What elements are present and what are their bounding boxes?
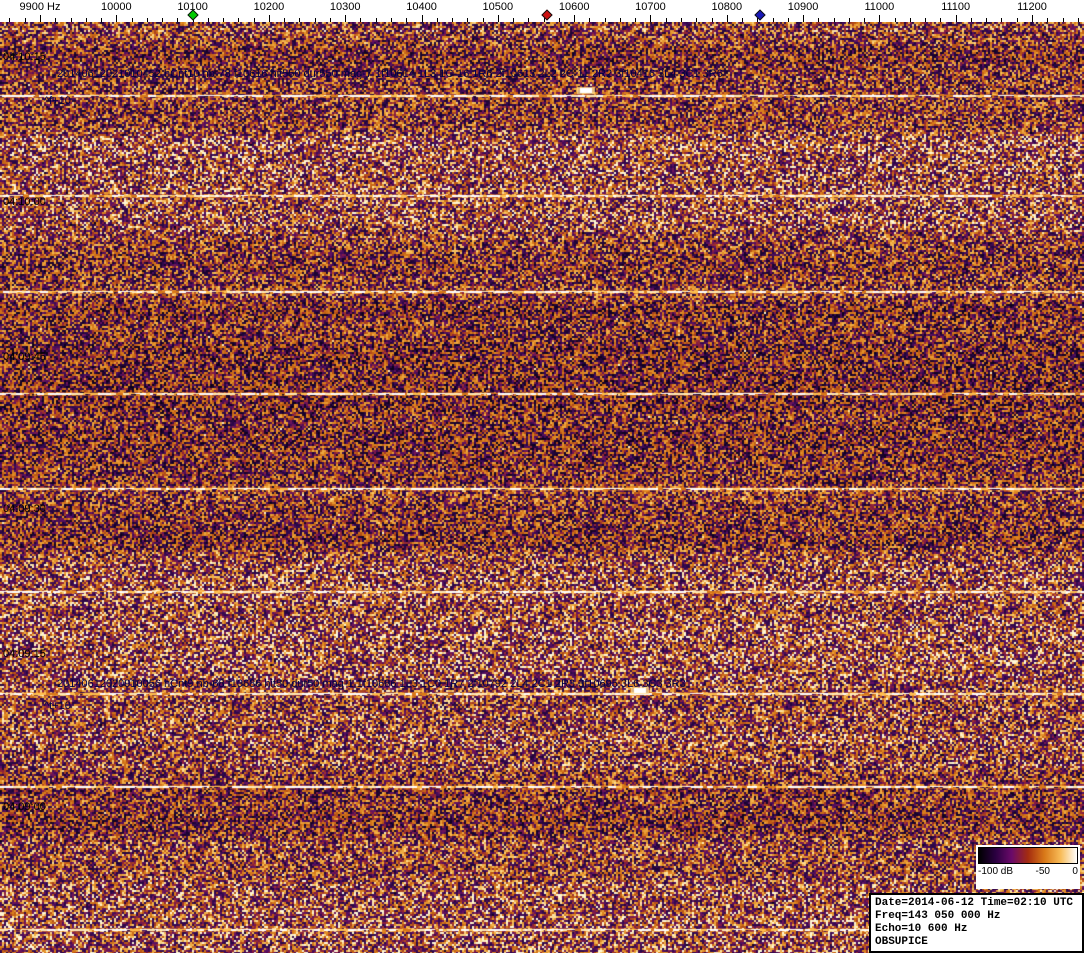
colorbar-label-max: 0	[1072, 866, 1078, 877]
ruler-minor-tick	[849, 18, 850, 22]
ruler-major-tick	[422, 15, 423, 22]
ruler-minor-tick	[25, 18, 26, 22]
ruler-major-tick	[116, 15, 117, 22]
ruler-tick-label: 11000	[864, 1, 894, 13]
ruler-tick-label: 10200	[254, 1, 285, 13]
ruler-minor-tick	[101, 18, 102, 22]
blue-marker[interactable]	[754, 9, 765, 20]
ruler-minor-tick	[147, 18, 148, 22]
info-line-frequency: Freq=143 050 000 Hz	[875, 910, 1078, 923]
ruler-minor-tick	[360, 18, 361, 22]
ruler-minor-tick	[864, 18, 865, 22]
ruler-minor-tick	[971, 18, 972, 22]
ruler-minor-tick	[452, 18, 453, 22]
ruler-tick-label: 10800	[711, 1, 742, 13]
ruler-minor-tick	[635, 18, 636, 22]
info-box: Date=2014-06-12 Time=02:10 UTC Freq=143 …	[869, 893, 1084, 953]
ruler-major-tick	[1032, 15, 1033, 22]
ruler-major-tick	[803, 15, 804, 22]
spectrogram-canvas[interactable]	[0, 22, 1084, 953]
info-line-echo: Echo=10 600 Hz	[875, 923, 1078, 936]
colorbar-label-min: -100 dB	[978, 866, 1013, 877]
ruler-minor-tick	[1063, 18, 1064, 22]
colorbar-labels: -100 dB -50 0	[978, 866, 1078, 877]
ruler-minor-tick	[773, 18, 774, 22]
ruler-minor-tick	[467, 18, 468, 22]
ruler-minor-tick	[895, 18, 896, 22]
ruler-minor-tick	[315, 18, 316, 22]
ruler-minor-tick	[513, 18, 514, 22]
colorbar-gradient	[978, 847, 1078, 864]
ruler-minor-tick	[589, 18, 590, 22]
ruler-minor-tick	[71, 18, 72, 22]
ruler-minor-tick	[9, 18, 10, 22]
ruler-minor-tick	[1078, 18, 1079, 22]
ruler-tick-label: 11100	[941, 1, 970, 13]
ruler-minor-tick	[925, 18, 926, 22]
ruler-minor-tick	[681, 18, 682, 22]
frequency-ruler[interactable]: 9900 Hz 10000 10100 10200 10300 10400 10500 106…	[0, 0, 1084, 22]
ruler-minor-tick	[437, 18, 438, 22]
ruler-minor-tick	[559, 18, 560, 22]
ruler-minor-tick	[483, 18, 484, 22]
ruler-minor-tick	[406, 18, 407, 22]
ruler-minor-tick	[620, 18, 621, 22]
ruler-tick-label: 10400	[406, 1, 437, 13]
ruler-major-tick	[650, 15, 651, 22]
ruler-major-tick	[956, 15, 957, 22]
ruler-major-tick	[574, 15, 575, 22]
ruler-minor-tick	[788, 18, 789, 22]
ruler-tick-label: 10600	[559, 1, 590, 13]
ruler-minor-tick	[208, 18, 209, 22]
ruler-minor-tick	[818, 18, 819, 22]
ruler-tick-label: 10300	[330, 1, 361, 13]
ruler-minor-tick	[177, 18, 178, 22]
ruler-major-tick	[498, 15, 499, 22]
ruler-minor-tick	[742, 18, 743, 22]
ruler-minor-tick	[1047, 18, 1048, 22]
colorbar-label-mid: -50	[1036, 866, 1050, 877]
ruler-major-tick	[269, 15, 270, 22]
ruler-minor-tick	[696, 18, 697, 22]
ruler-minor-tick	[666, 18, 667, 22]
ruler-minor-tick	[223, 18, 224, 22]
ruler-minor-tick	[910, 18, 911, 22]
ruler-minor-tick	[1001, 18, 1002, 22]
ruler-minor-tick	[712, 18, 713, 22]
ruler-minor-tick	[162, 18, 163, 22]
ruler-tick-label: 11200	[1017, 1, 1047, 13]
ruler-minor-tick	[254, 18, 255, 22]
ruler-tick-label: 10000	[101, 1, 132, 13]
ruler-minor-tick	[940, 18, 941, 22]
ruler-minor-tick	[299, 18, 300, 22]
ruler-minor-tick	[86, 18, 87, 22]
ruler-minor-tick	[391, 18, 392, 22]
ruler-minor-tick	[330, 18, 331, 22]
ruler-minor-tick	[834, 18, 835, 22]
ruler-major-tick	[345, 15, 346, 22]
ruler-minor-tick	[55, 18, 56, 22]
ruler-minor-tick	[1017, 18, 1018, 22]
colorbar: -100 dB -50 0	[976, 845, 1080, 889]
ruler-major-tick	[879, 15, 880, 22]
ruler-minor-tick	[528, 18, 529, 22]
ruler-minor-tick	[132, 18, 133, 22]
ruler-tick-label: 10900	[788, 1, 819, 13]
ruler-major-tick	[727, 15, 728, 22]
ruler-major-tick	[40, 15, 41, 22]
spectrogram-app-window: 9900 Hz 10000 10100 10200 10300 10400 10500 106…	[0, 0, 1084, 953]
ruler-minor-tick	[376, 18, 377, 22]
ruler-minor-tick	[605, 18, 606, 22]
ruler-tick-label: 10700	[635, 1, 666, 13]
ruler-minor-tick	[284, 18, 285, 22]
ruler-minor-tick	[238, 18, 239, 22]
info-line-station: OBSUPICE	[875, 936, 1078, 949]
info-line-datetime: Date=2014-06-12 Time=02:10 UTC	[875, 897, 1078, 910]
ruler-minor-tick	[986, 18, 987, 22]
ruler-tick-label: 10500	[483, 1, 514, 13]
ruler-tick-label: 9900 Hz	[20, 1, 61, 13]
